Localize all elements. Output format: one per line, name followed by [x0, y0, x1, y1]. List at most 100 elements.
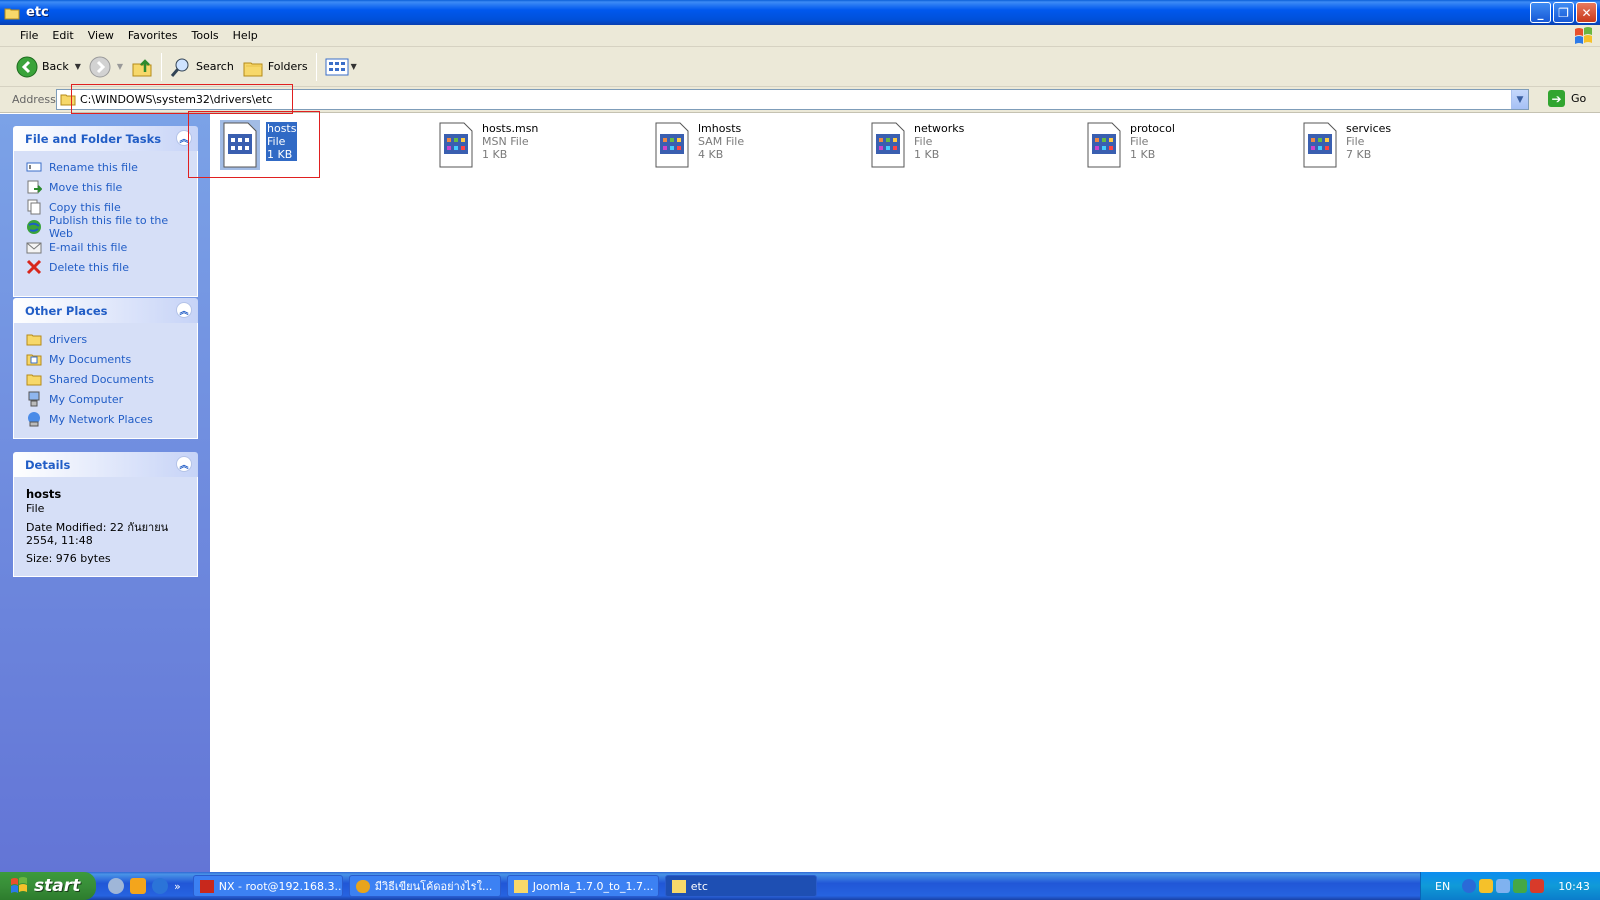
file-icon: [439, 122, 473, 168]
task-label: Delete this file: [49, 260, 129, 274]
task-move[interactable]: Move this file: [26, 177, 185, 197]
taskbar-button-label: Joomla_1.7.0_to_1.7...: [532, 879, 654, 893]
forward-arrow-icon: [89, 56, 111, 77]
clock[interactable]: 10:43: [1558, 880, 1590, 893]
chevron-down-icon[interactable]: ▼: [117, 62, 123, 71]
task-email[interactable]: E-mail this file: [26, 237, 185, 257]
details-size: Size: 976 bytes: [26, 552, 111, 565]
toolbar-divider: [161, 52, 163, 81]
place-my-documents[interactable]: My Documents: [26, 349, 185, 369]
folder-icon: [513, 879, 528, 893]
chevron-down-icon[interactable]: ▼: [351, 62, 357, 71]
place-my-network[interactable]: My Network Places: [26, 409, 185, 429]
search-button[interactable]: Search: [166, 52, 238, 82]
place-label: My Computer: [49, 392, 124, 406]
place-drivers[interactable]: drivers: [26, 329, 185, 349]
place-shared-documents[interactable]: Shared Documents: [26, 369, 185, 389]
details-name: hosts: [26, 487, 62, 501]
nx-icon: [199, 879, 214, 893]
file-list-view: hosts File 1 KB hosts.msn MSN File 1 KB …: [210, 114, 1600, 872]
chevron-down-icon[interactable]: ▼: [75, 62, 81, 71]
other-places-panel: Other Places ︽ drivers My Documents Shar…: [13, 298, 198, 439]
chevron-down-icon[interactable]: ▼: [1511, 90, 1528, 109]
taskbar-button-etc[interactable]: etc: [664, 875, 817, 897]
shared-folder-icon: [26, 374, 42, 386]
language-indicator[interactable]: EN: [1435, 880, 1450, 893]
panel-title: Other Places: [25, 303, 108, 318]
back-button[interactable]: Back ▼: [12, 52, 85, 82]
tray-app-icon[interactable]: [1462, 879, 1477, 893]
taskbar-button-browser[interactable]: มีวิธีเขียนโค้ดอย่างไรใ...: [348, 875, 501, 897]
quick-launch-app-icon[interactable]: [130, 878, 146, 894]
restore-button[interactable]: ❐: [1553, 2, 1574, 23]
delete-icon: [26, 259, 42, 275]
close-button[interactable]: ✕: [1576, 2, 1597, 23]
menu-bar: File Edit View Favorites Tools Help: [0, 25, 1600, 47]
menu-file[interactable]: File: [14, 27, 44, 44]
folders-button[interactable]: Folders: [238, 52, 312, 82]
menu-favorites[interactable]: Favorites: [122, 27, 184, 44]
tray-app-icon[interactable]: [1530, 879, 1545, 893]
panel-title: File and Folder Tasks: [25, 131, 162, 146]
highlight-box: [188, 111, 320, 178]
file-type: File: [1130, 135, 1149, 148]
task-delete[interactable]: Delete this file: [26, 257, 185, 277]
highlight-box: [71, 84, 293, 114]
file-icon: [655, 122, 689, 168]
panel-header[interactable]: File and Folder Tasks ︽: [13, 126, 198, 151]
my-documents-icon: [26, 354, 42, 366]
rename-icon: [26, 162, 42, 172]
task-publish[interactable]: Publish this file to the Web: [26, 214, 185, 240]
taskbar-button-nx[interactable]: NX - root@192.168.3....: [192, 875, 343, 897]
views-icon: [325, 58, 349, 75]
file-item-services[interactable]: services File 7 KB: [1300, 120, 1391, 170]
quick-launch-browser-icon[interactable]: [152, 878, 168, 894]
menu-view[interactable]: View: [82, 27, 120, 44]
back-label: Back: [42, 60, 69, 73]
file-size: 4 KB: [698, 148, 724, 161]
place-my-computer[interactable]: My Computer: [26, 389, 185, 409]
taskbar-button-joomla[interactable]: Joomla_1.7.0_to_1.7...: [506, 875, 659, 897]
panel-header[interactable]: Other Places ︽: [13, 298, 198, 323]
file-name: hosts.msn: [482, 122, 539, 135]
menu-edit[interactable]: Edit: [46, 27, 79, 44]
details-panel: Details ︽ hosts File Date Modified: 22 ก…: [13, 452, 198, 577]
taskbar-button-label: มีวิธีเขียนโค้ดอย่างไรใ...: [374, 880, 493, 893]
views-button[interactable]: ▼: [321, 52, 361, 82]
copy-icon: [27, 199, 41, 215]
file-name: lmhosts: [698, 122, 742, 135]
quick-launch-app-icon[interactable]: [108, 878, 124, 894]
panel-header[interactable]: Details ︽: [13, 452, 198, 477]
toolbar: Back ▼ ▼ Search Folders ▼: [0, 47, 1600, 87]
collapse-icon[interactable]: ︽: [176, 302, 192, 318]
file-item-hosts-msn[interactable]: hosts.msn MSN File 1 KB: [436, 120, 538, 170]
task-label: Publish this file to the Web: [49, 214, 169, 240]
file-item-lmhosts[interactable]: lmhosts SAM File 4 KB: [652, 120, 744, 170]
go-button[interactable]: ➔ Go: [1548, 90, 1586, 107]
up-folder-button[interactable]: [127, 52, 157, 82]
file-type: File: [914, 135, 933, 148]
shield-icon[interactable]: [1479, 879, 1494, 893]
file-icon: [871, 122, 905, 168]
panel-title: Details: [25, 457, 71, 472]
email-icon: [26, 242, 42, 254]
search-label: Search: [196, 60, 234, 73]
file-type: File: [1346, 135, 1365, 148]
network-icon[interactable]: [1496, 879, 1511, 893]
minimize-button[interactable]: _: [1530, 2, 1551, 23]
menu-tools[interactable]: Tools: [186, 27, 225, 44]
place-label: Shared Documents: [49, 372, 154, 386]
file-item-networks[interactable]: networks File 1 KB: [868, 120, 964, 170]
taskbar-button-label: etc: [690, 879, 708, 893]
forward-button[interactable]: ▼: [85, 52, 127, 82]
file-type: SAM File: [698, 135, 745, 148]
tray-app-icon[interactable]: [1513, 879, 1528, 893]
up-folder-icon: [132, 58, 152, 76]
task-rename[interactable]: Rename this file: [26, 157, 185, 177]
start-button[interactable]: start: [0, 872, 96, 900]
quick-launch-more[interactable]: »: [174, 880, 181, 893]
menu-help[interactable]: Help: [227, 27, 264, 44]
file-item-protocol[interactable]: protocol File 1 KB: [1084, 120, 1175, 170]
collapse-icon[interactable]: ︽: [176, 456, 192, 472]
window-title: etc: [26, 5, 49, 20]
